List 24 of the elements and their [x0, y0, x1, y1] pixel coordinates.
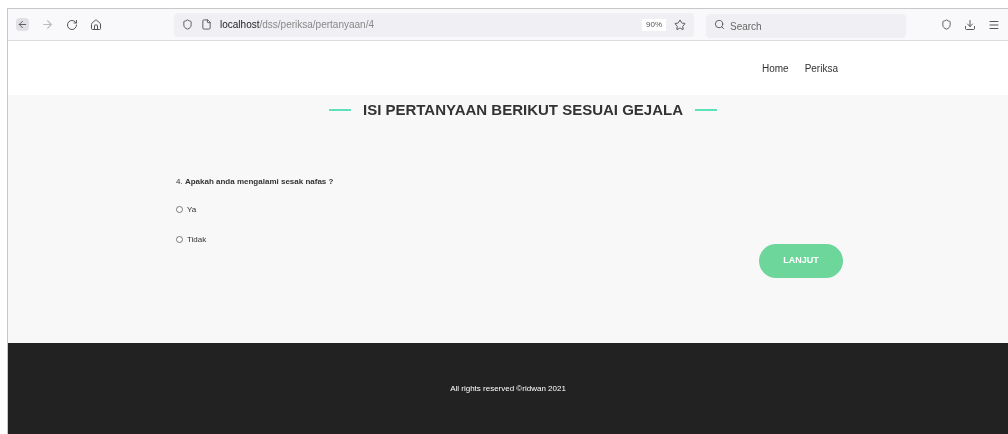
title-rule [695, 109, 717, 112]
page-title: ISI PERTANYAAN BERIKUT SESUAI GEJALA [362, 100, 683, 120]
radio-button[interactable] [176, 206, 183, 213]
nav-link[interactable]: Periksa [804, 60, 838, 76]
shield-icon [182, 19, 193, 30]
question-text: 4. Apakah anda mengalami sesak nafas ? [176, 176, 334, 186]
home-icon[interactable] [90, 18, 102, 31]
zoom-level[interactable]: 90% [642, 18, 666, 31]
menu-icon[interactable] [988, 18, 1000, 31]
address-bar[interactable]: localhost/dss/periksa/pertanyaan/4 90% [174, 12, 694, 37]
page-icon [201, 19, 212, 30]
nav-link[interactable]: Home [761, 60, 789, 76]
url-text: localhost/dss/periksa/pertanyaan/4 [220, 18, 374, 32]
search-field[interactable]: Search [706, 14, 906, 38]
bookmark-star-icon[interactable] [674, 18, 686, 31]
title-rule [328, 109, 351, 112]
download-icon[interactable] [964, 18, 976, 31]
radio-button[interactable] [176, 236, 183, 243]
option-label: Ya [187, 203, 197, 216]
option-label: Tidak [187, 233, 207, 246]
back-icon[interactable] [16, 18, 29, 31]
reload-icon[interactable] [66, 18, 78, 31]
copyright-text: All rights reserved ©ridwan 2021 [450, 382, 566, 395]
search-icon [714, 18, 725, 30]
